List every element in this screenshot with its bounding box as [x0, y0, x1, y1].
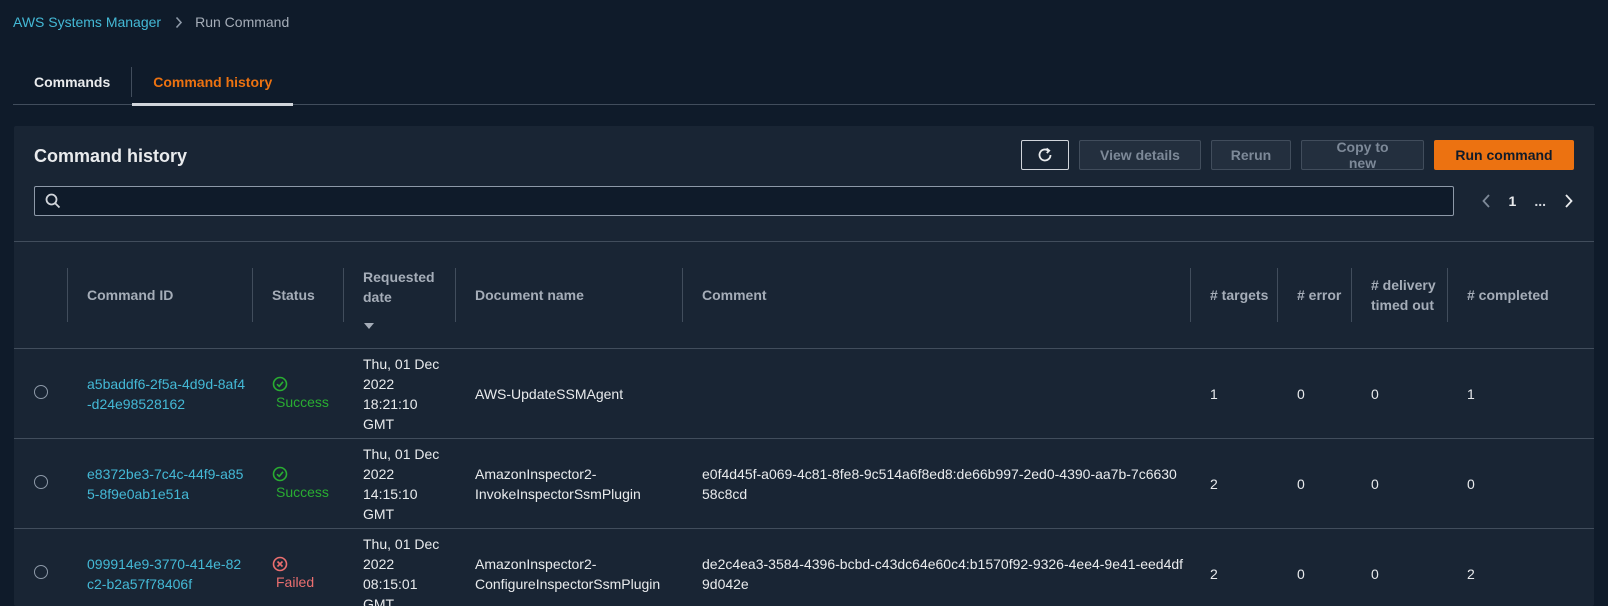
header-select	[14, 241, 67, 349]
cell-requested-date: Thu, 01 Dec 2022 14:15:10 GMT	[343, 438, 455, 529]
refresh-button[interactable]	[1021, 140, 1069, 170]
row-radio[interactable]	[34, 564, 48, 579]
cell-comment	[682, 348, 1190, 439]
header-delivery-timed-out[interactable]: # delivery timed out	[1351, 241, 1447, 349]
cell-status: Success	[252, 348, 343, 439]
tab-commands[interactable]: Commands	[13, 60, 131, 104]
cell-delivery-timed-out: 0	[1351, 528, 1447, 606]
cell-targets: 2	[1190, 528, 1277, 606]
header-command-id[interactable]: Command ID	[67, 241, 252, 349]
status-badge: Success	[272, 376, 337, 412]
command-id-link[interactable]: e8372be3-7c4c-44f9-a855-8f9e0ab1e51a	[87, 466, 243, 502]
status-badge: Failed	[272, 556, 337, 592]
cell-command-id[interactable]: 099914e9-3770-414e-82c2-b2a57f78406f	[67, 528, 252, 606]
cell-error: 0	[1277, 348, 1351, 439]
header-status[interactable]: Status	[252, 241, 343, 349]
cell-completed: 0	[1447, 438, 1594, 529]
view-details-button[interactable]: View details	[1079, 140, 1201, 170]
table-row[interactable]: e8372be3-7c4c-44f9-a855-8f9e0ab1e51a Suc…	[14, 438, 1594, 529]
row-select[interactable]	[14, 348, 67, 439]
command-id-link[interactable]: 099914e9-3770-414e-82c2-b2a57f78406f	[87, 556, 241, 592]
cell-command-id[interactable]: a5baddf6-2f5a-4d9d-8af4-d24e98528162	[67, 348, 252, 439]
cell-command-id[interactable]: e8372be3-7c4c-44f9-a855-8f9e0ab1e51a	[67, 438, 252, 529]
header-comment[interactable]: Comment	[682, 241, 1190, 349]
tab-command-history[interactable]: Command history	[132, 60, 294, 106]
chevron-left-icon[interactable]	[1481, 193, 1491, 209]
command-table-wrap: Command ID Status Requested date Documen…	[14, 241, 1594, 606]
command-history-panel: Command history View details Rerun Copy …	[14, 126, 1594, 606]
pagination: 1 ...	[1481, 186, 1574, 216]
cell-requested-date: Thu, 01 Dec 2022 08:15:01 GMT	[343, 528, 455, 606]
breadcrumb: AWS Systems Manager Run Command	[13, 12, 289, 32]
x-circle-icon	[272, 556, 337, 572]
cell-comment: de2c4ea3-3584-4396-bcbd-c43dc64e60c4:b15…	[682, 528, 1190, 606]
cell-targets: 1	[1190, 348, 1277, 439]
command-table: Command ID Status Requested date Documen…	[14, 241, 1594, 606]
chevron-right-icon	[175, 16, 183, 29]
cell-delivery-timed-out: 0	[1351, 348, 1447, 439]
sort-descending-icon[interactable]	[363, 315, 449, 335]
table-row[interactable]: 099914e9-3770-414e-82c2-b2a57f78406f Fai…	[14, 528, 1594, 606]
cell-document-name: AmazonInspector2-InvokeInspectorSsmPlugi…	[455, 438, 682, 529]
copy-to-new-button[interactable]: Copy to new	[1301, 139, 1424, 171]
cell-error: 0	[1277, 528, 1351, 606]
header-requested-date-label: Requested date	[363, 269, 435, 305]
check-circle-icon	[272, 466, 337, 482]
cell-delivery-timed-out: 0	[1351, 438, 1447, 529]
search-icon	[45, 193, 61, 209]
panel-title: Command history	[34, 146, 188, 166]
table-row[interactable]: a5baddf6-2f5a-4d9d-8af4-d24e98528162 Suc…	[14, 348, 1594, 439]
cell-targets: 2	[1190, 438, 1277, 529]
tab-bar: Commands Command history	[13, 60, 1595, 106]
rerun-button[interactable]: Rerun	[1211, 140, 1291, 170]
page-number[interactable]: 1	[1509, 193, 1517, 209]
row-radio[interactable]	[34, 474, 48, 489]
search-input[interactable]	[61, 187, 1453, 215]
refresh-icon	[1036, 146, 1054, 164]
header-completed[interactable]: # completed	[1447, 241, 1594, 349]
cell-document-name: AWS-UpdateSSMAgent	[455, 348, 682, 439]
cell-error: 0	[1277, 438, 1351, 529]
check-circle-icon	[272, 376, 337, 392]
row-select[interactable]	[14, 528, 67, 606]
status-label: Success	[276, 393, 329, 410]
cell-completed: 1	[1447, 348, 1594, 439]
cell-requested-date: Thu, 01 Dec 2022 18:21:10 GMT	[343, 348, 455, 439]
row-select[interactable]	[14, 438, 67, 529]
cell-status: Failed	[252, 528, 343, 606]
status-label: Success	[276, 483, 329, 500]
cell-status: Success	[252, 438, 343, 529]
header-requested-date[interactable]: Requested date	[343, 241, 455, 349]
run-command-button[interactable]: Run command	[1434, 140, 1574, 170]
cell-comment: e0f4d45f-a069-4c81-8fe8-9c514a6f8ed8:de6…	[682, 438, 1190, 529]
header-error[interactable]: # error	[1277, 241, 1351, 349]
header-targets[interactable]: # targets	[1190, 241, 1277, 349]
breadcrumb-link-systems-manager[interactable]: AWS Systems Manager	[13, 14, 161, 30]
cell-completed: 2	[1447, 528, 1594, 606]
table-header-row: Command ID Status Requested date Documen…	[14, 241, 1594, 349]
status-badge: Success	[272, 466, 337, 502]
command-id-link[interactable]: a5baddf6-2f5a-4d9d-8af4-d24e98528162	[87, 376, 245, 412]
row-radio[interactable]	[34, 384, 48, 399]
breadcrumb-current: Run Command	[195, 14, 290, 30]
action-bar: View details Rerun Copy to new Run comma…	[1021, 139, 1574, 171]
cell-document-name: AmazonInspector2-ConfigureInspectorSsmPl…	[455, 528, 682, 606]
page-ellipsis: ...	[1534, 193, 1546, 209]
search-box	[34, 186, 1454, 216]
header-document-name[interactable]: Document name	[455, 241, 682, 349]
chevron-right-icon[interactable]	[1564, 193, 1574, 209]
status-label: Failed	[276, 573, 315, 590]
